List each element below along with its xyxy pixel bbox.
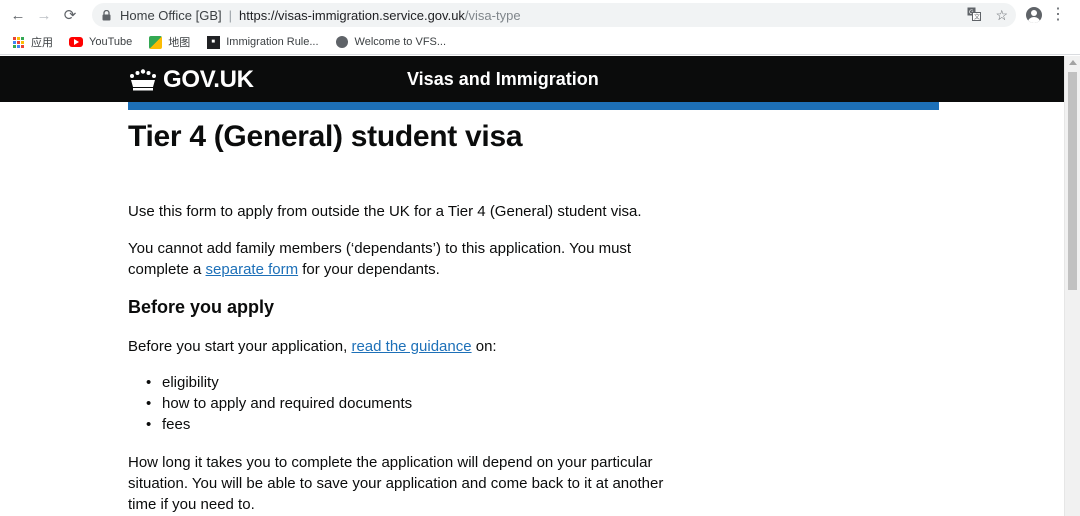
bookmark-label: Immigration Rule... bbox=[226, 36, 319, 48]
address-bar[interactable]: Home Office [GB] | https://visas-immigra… bbox=[92, 3, 1016, 27]
url-host[interactable]: https://visas-immigration.service.gov.uk bbox=[239, 8, 465, 23]
bookmark-vfs[interactable]: Welcome to VFS... bbox=[335, 35, 447, 49]
browser-toolbar: ← → ⟳ Home Office [GB] | https://visas-i… bbox=[0, 0, 1080, 30]
bookmark-label: Welcome to VFS... bbox=[354, 36, 447, 48]
bookmarks-bar: 应用 YouTube 地图 ■ Immigration Rule... Welc… bbox=[0, 30, 1080, 55]
list-item: how to apply and required documents bbox=[146, 393, 412, 414]
guidance-text: Before you start your application, bbox=[128, 338, 352, 355]
back-icon[interactable]: ← bbox=[5, 2, 31, 28]
apps-icon bbox=[11, 35, 25, 49]
guidance-list: eligibility how to apply and required do… bbox=[146, 372, 412, 435]
govuk-logo[interactable]: GOV.UK bbox=[128, 66, 254, 94]
intro-paragraph: Use this form to apply from outside the … bbox=[128, 203, 642, 220]
separate-form-link[interactable]: separate form bbox=[206, 261, 299, 278]
maps-icon bbox=[148, 35, 162, 49]
dependants-paragraph: You cannot add family members (‘dependan… bbox=[128, 238, 688, 280]
translate-icon[interactable]: G文 bbox=[967, 7, 982, 24]
bookmark-label: YouTube bbox=[89, 36, 133, 48]
svg-text:文: 文 bbox=[974, 13, 980, 21]
youtube-icon bbox=[69, 35, 83, 49]
read-guidance-link[interactable]: read the guidance bbox=[351, 338, 471, 355]
govuk-header: GOV.UK Visas and Immigration bbox=[0, 56, 1064, 102]
header-accent-bar bbox=[128, 102, 939, 110]
scroll-up-icon[interactable] bbox=[1069, 60, 1077, 65]
list-item: fees bbox=[146, 414, 412, 435]
site-identity[interactable]: Home Office [GB] bbox=[120, 8, 222, 23]
star-icon[interactable]: ☆ bbox=[995, 7, 1008, 24]
page-viewport: GOV.UK Visas and Immigration Tier 4 (Gen… bbox=[0, 56, 1064, 516]
page-title: Tier 4 (General) student visa bbox=[128, 120, 523, 153]
bookmark-apps[interactable]: 应用 bbox=[11, 34, 53, 50]
dependants-text-end: for your dependants. bbox=[298, 261, 440, 278]
time-paragraph: How long it takes you to complete the ap… bbox=[128, 454, 664, 513]
url-separator: | bbox=[228, 7, 233, 23]
list-item: eligibility bbox=[146, 372, 412, 393]
bookmark-label: 地图 bbox=[168, 37, 191, 49]
menu-icon[interactable]: ⋮ bbox=[1050, 7, 1066, 23]
crown-icon bbox=[130, 69, 156, 91]
bookmark-immigration-rules[interactable]: ■ Immigration Rule... bbox=[206, 35, 319, 49]
account-icon[interactable] bbox=[1026, 7, 1042, 23]
lock-icon bbox=[100, 9, 112, 21]
reload-icon[interactable]: ⟳ bbox=[57, 2, 83, 28]
globe-icon bbox=[335, 35, 349, 49]
bookmark-maps[interactable]: 地图 bbox=[148, 34, 190, 50]
omnibox-actions: G文 ☆ bbox=[967, 3, 1008, 27]
bookmark-label: 应用 bbox=[31, 37, 53, 49]
before-you-apply-heading: Before you apply bbox=[128, 297, 275, 317]
page-scrollbar[interactable] bbox=[1064, 56, 1080, 516]
guidance-text-end: on: bbox=[471, 338, 497, 355]
guidance-paragraph: Before you start your application, read … bbox=[128, 336, 688, 357]
forward-icon[interactable]: → bbox=[31, 2, 57, 28]
service-name[interactable]: Visas and Immigration bbox=[407, 69, 599, 90]
url-path[interactable]: /visa-type bbox=[465, 8, 521, 23]
scroll-thumb[interactable] bbox=[1068, 72, 1077, 290]
bookmark-youtube[interactable]: YouTube bbox=[69, 35, 132, 49]
immigration-rules-icon: ■ bbox=[206, 35, 220, 49]
govuk-logo-text: GOV.UK bbox=[163, 66, 254, 93]
